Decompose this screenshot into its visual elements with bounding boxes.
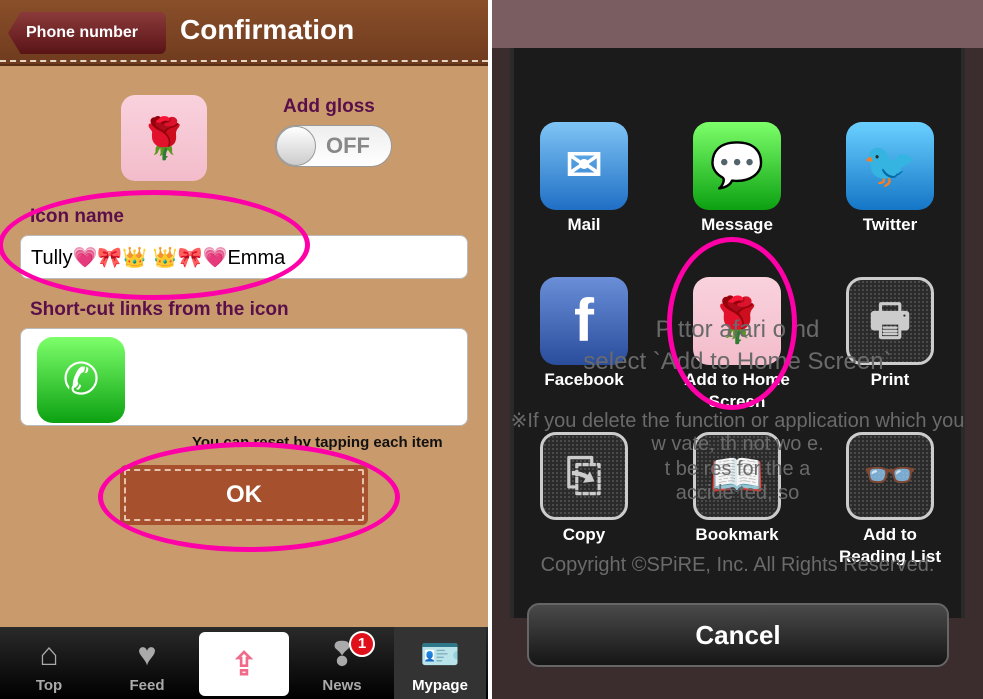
printer-icon: 🖶 xyxy=(846,277,934,365)
share-message[interactable]: 💬 Message xyxy=(682,122,792,236)
cancel-button[interactable]: Cancel xyxy=(527,603,949,667)
tab-feed[interactable]: ♥ Feed xyxy=(108,627,186,699)
highlight-ellipse xyxy=(98,442,400,552)
back-button[interactable]: Phone number xyxy=(8,12,166,54)
gloss-toggle[interactable]: OFF xyxy=(275,125,392,167)
highlight-ellipse xyxy=(667,237,797,410)
mail-icon: ✉ xyxy=(540,122,628,210)
shortcut-field[interactable]: ✆ xyxy=(20,328,468,426)
share-bookmark[interactable]: 📖 Bookmark xyxy=(682,432,792,546)
shortcut-label: Short-cut links from the icon xyxy=(30,299,289,320)
facebook-icon: f xyxy=(540,277,628,365)
icon-preview: 🌹 xyxy=(121,95,207,181)
message-icon: 💬 xyxy=(693,122,781,210)
highlight-ellipse xyxy=(0,190,310,300)
share-print[interactable]: 🖶 Print xyxy=(835,277,945,391)
twitter-icon: 🐦 xyxy=(846,122,934,210)
house-icon: ⌂ xyxy=(39,636,59,672)
tab-mypage[interactable]: 🪪 Mypage xyxy=(394,627,486,699)
nav-bar: Phone number Confirmation xyxy=(0,0,488,66)
toggle-knob xyxy=(276,126,316,166)
id-card-icon: 🪪 xyxy=(420,636,460,672)
share-facebook[interactable]: f Facebook xyxy=(529,277,639,391)
share-sheet-screen: ✉ Mail 💬 Message 🐦 Twitter f Facebook 🌹 Add t… xyxy=(492,0,983,699)
share-twitter[interactable]: 🐦 Twitter xyxy=(835,122,945,236)
phone-icon[interactable]: ✆ xyxy=(37,337,125,423)
page-title: Confirmation xyxy=(180,14,355,45)
glasses-icon: 👓 xyxy=(846,432,934,520)
confirmation-screen: Phone number Confirmation 🌹 Add gloss OF… xyxy=(0,0,488,699)
add-gloss-label: Add gloss xyxy=(283,96,375,117)
share-copy[interactable]: ⎘ Copy xyxy=(529,432,639,546)
heart-icon: ♥ xyxy=(137,636,157,672)
toggle-state: OFF xyxy=(326,133,370,158)
notification-badge: 1 xyxy=(349,631,375,657)
bookmark-icon: 📖 xyxy=(693,432,781,520)
background-nav xyxy=(492,0,983,48)
tab-news[interactable]: ❢ News 1 xyxy=(303,627,381,699)
share-reading-list[interactable]: 👓 Add to Reading List xyxy=(835,432,945,568)
upload-photo-icon: ⇪ xyxy=(230,646,258,682)
copy-icon: ⎘ xyxy=(540,432,628,520)
share-mail[interactable]: ✉ Mail xyxy=(529,122,639,236)
tab-bar: ⌂ Top ♥ Feed ⇪ ❢ News 1 🪪 Mypage xyxy=(0,627,488,699)
tab-upload[interactable]: ⇪ xyxy=(199,632,289,696)
tab-top[interactable]: ⌂ Top xyxy=(10,627,88,699)
